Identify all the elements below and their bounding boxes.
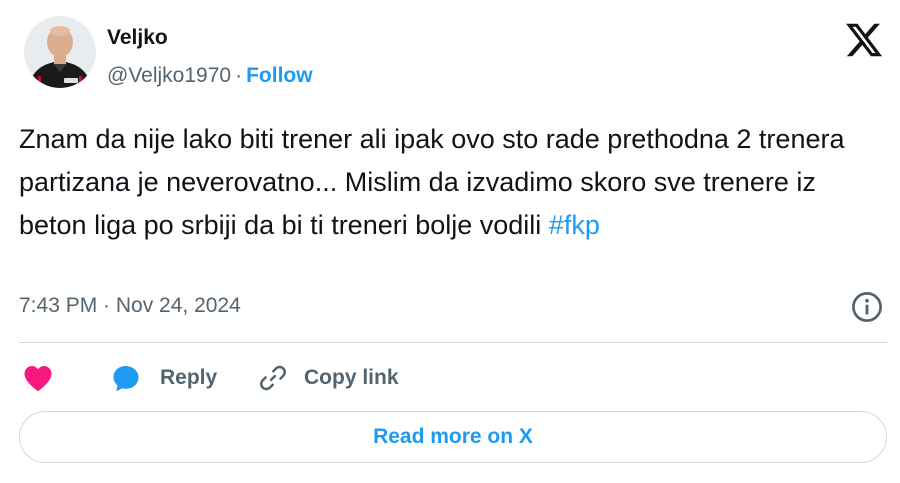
separator-dot: · [235, 64, 243, 87]
speech-bubble-icon [113, 366, 139, 392]
x-logo-icon[interactable] [844, 20, 884, 60]
copy-link-label: Copy link [304, 366, 399, 389]
tweet-timestamp[interactable]: 7:43 PM · Nov 24, 2024 [19, 292, 241, 320]
tweet-card: Veljko @Veljko1970 · Follow Znam da nije l… [0, 0, 900, 483]
read-more-button[interactable]: Read more on X [19, 411, 887, 463]
tweet-body: Znam da nije lako biti trener ali ipak o… [19, 124, 845, 240]
follow-button[interactable]: Follow [246, 64, 313, 87]
user-name[interactable]: Veljko [107, 24, 168, 52]
reply-label: Reply [160, 366, 218, 389]
handle-row: @Veljko1970 · Follow [107, 62, 313, 90]
info-icon[interactable] [850, 290, 884, 324]
copy-link-button[interactable]: Copy link [258, 362, 399, 394]
avatar-image [24, 16, 96, 88]
reply-button[interactable]: Reply [110, 362, 217, 394]
heart-icon [24, 366, 52, 392]
divider [19, 342, 887, 343]
tweet-text: Znam da nije lako biti trener ali ipak o… [19, 118, 879, 247]
link-icon [260, 365, 286, 391]
like-button[interactable] [23, 362, 53, 394]
user-handle[interactable]: @Veljko1970 [107, 64, 231, 87]
avatar[interactable] [24, 16, 96, 88]
hashtag-link[interactable]: #fkp [549, 210, 600, 240]
